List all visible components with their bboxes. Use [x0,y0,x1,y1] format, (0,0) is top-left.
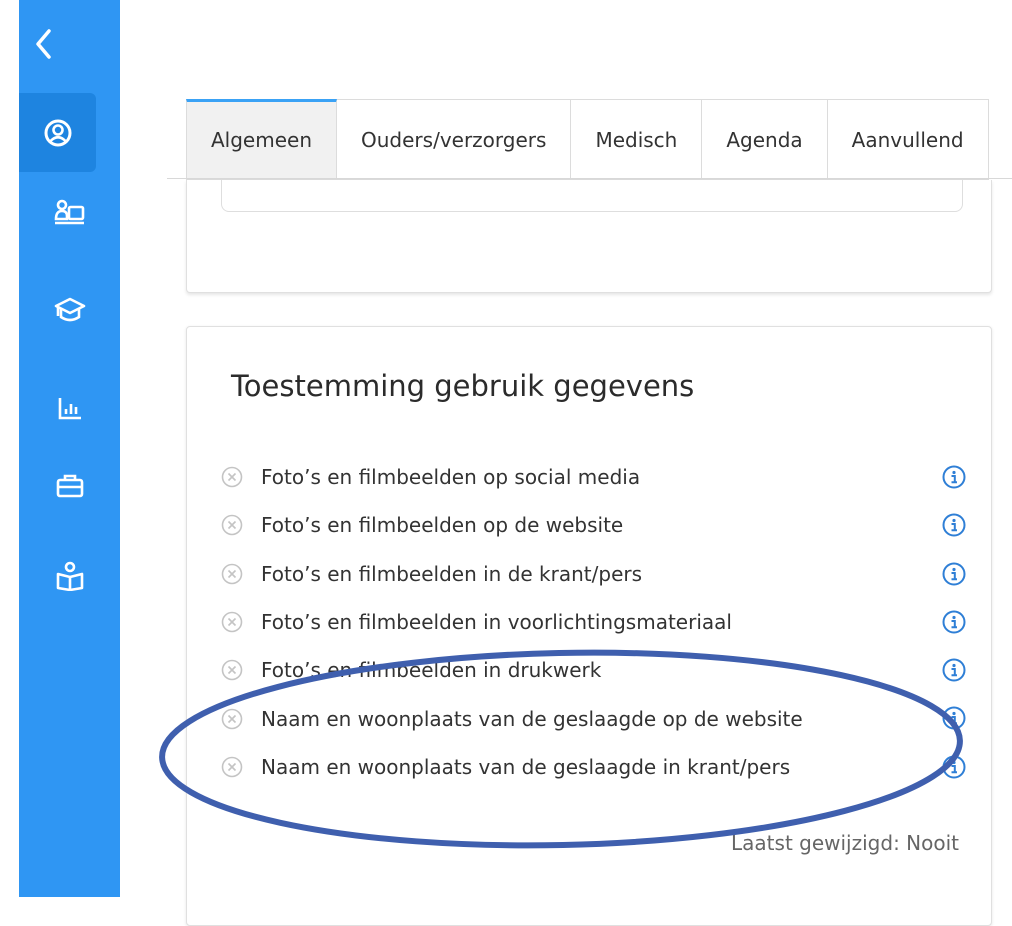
consent-item: Foto’s en filmbeelden in drukwerk [221,646,966,694]
consent-card: Toestemming gebruik gegevens Foto’s en f… [186,326,992,926]
consent-item: Naam en woonplaats van de geslaagde op d… [221,694,966,742]
consent-item: Foto’s en filmbeelden in de krant/pers [221,550,966,598]
briefcase-icon [56,474,83,498]
consent-item-label: Foto’s en filmbeelden in drukwerk [261,658,602,683]
consent-item-label: Foto’s en filmbeelden op social media [261,465,641,490]
teacher-board-icon [54,199,84,225]
consent-item-label: Foto’s en filmbeelden op de website [261,513,624,538]
consent-item: Foto’s en filmbeelden op social media [221,453,966,501]
denied-x-icon [221,563,243,585]
back-button[interactable] [19,14,69,74]
consent-item-label: Foto’s en filmbeelden in de krant/pers [261,561,643,586]
book-reader-icon [56,561,83,591]
tab-bar: Algemeen Ouders/verzorgers Medisch Agend… [186,99,989,180]
graduation-cap-icon [54,297,85,322]
consent-item-label: Foto’s en filmbeelden in voorlichtingsma… [261,610,732,635]
consent-item-label: Naam en woonplaats van de geslaagde in k… [261,754,791,779]
sidebar-item-portfolio[interactable] [19,456,120,516]
info-card [186,180,992,293]
consent-item: Foto’s en filmbeelden in voorlichtingsma… [221,598,966,646]
info-icon[interactable] [942,658,966,682]
user-circle-icon [44,119,71,146]
tab-aanvullend[interactable]: Aanvullend [827,99,989,180]
denied-x-icon [221,515,243,536]
consent-item-label: Naam en woonplaats van de geslaagde op d… [261,706,803,731]
denied-x-icon [221,660,243,681]
consent-list: Foto’s en filmbeelden op social media Fo… [221,453,966,791]
sidebar-item-classes[interactable] [19,182,120,242]
sidebar-item-results[interactable] [19,378,120,438]
back-chevron-icon [36,29,51,59]
tab-divider [167,178,1012,179]
sidebar [19,0,120,897]
sidebar-item-education[interactable] [19,280,120,340]
info-icon[interactable] [942,465,966,489]
bar-chart-icon [58,398,81,420]
denied-x-icon [221,756,243,778]
tab-medisch[interactable]: Medisch [571,99,703,180]
tab-agenda[interactable]: Agenda [702,99,828,180]
sidebar-item-library[interactable] [19,546,120,606]
tab-ouders-verzorgers[interactable]: Ouders/verzorgers [337,99,572,180]
info-icon[interactable] [942,755,966,779]
denied-x-icon [221,708,243,729]
consent-item: Foto’s en filmbeelden op de website [221,501,966,549]
info-icon[interactable] [942,562,966,586]
denied-x-icon [221,611,243,633]
info-icon[interactable] [942,610,966,634]
consent-item: Naam en woonplaats van de geslaagde in k… [221,743,966,791]
inner-panel [221,180,963,212]
main-content: Algemeen Ouders/verzorgers Medisch Agend… [120,0,1012,926]
sidebar-item-profile[interactable] [19,93,96,172]
info-icon[interactable] [942,513,966,537]
last-modified-text: Laatst gewijzigd: Nooit [731,831,959,855]
info-icon[interactable] [942,706,966,730]
tab-algemeen[interactable]: Algemeen [186,99,338,180]
consent-title: Toestemming gebruik gegevens [231,369,695,403]
denied-x-icon [221,466,243,488]
